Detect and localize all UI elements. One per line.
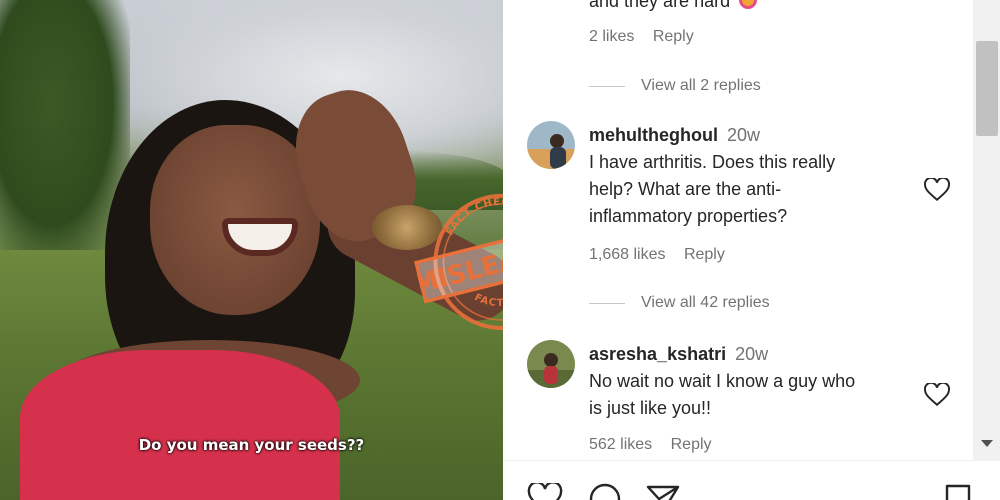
likes-count[interactable]: 1,668 likes (589, 246, 666, 263)
comment-text-partial: and they are hard (589, 0, 731, 11)
comment-meta: 562 likes Reply (589, 436, 726, 454)
comment-text: and they are hard (589, 0, 758, 12)
view-replies-label: View all 42 replies (641, 294, 770, 311)
emoji-icon (739, 0, 758, 9)
view-replies-button[interactable]: View all 42 replies (589, 294, 770, 312)
reply-button[interactable]: Reply (684, 246, 725, 263)
like-comment-heart-icon[interactable] (924, 383, 950, 407)
likes-count[interactable]: 562 likes (589, 436, 652, 453)
divider (589, 85, 625, 87)
comments-panel[interactable]: and they are hard 2 likes Reply View all… (503, 0, 973, 460)
avatar[interactable] (527, 340, 575, 388)
person-top (20, 350, 340, 500)
reply-button[interactable]: Reply (653, 28, 694, 45)
avatar[interactable] (527, 121, 575, 169)
bookmark-icon[interactable] (943, 483, 973, 500)
comment-text-line: help? What are the anti- (589, 179, 782, 199)
username-link[interactable]: mehultheghoul (589, 125, 718, 145)
scroll-down-arrow-icon[interactable] (981, 440, 993, 447)
action-bar (503, 460, 1000, 500)
comment-header: mehultheghoul 20w (589, 125, 760, 146)
comment-text-line: inflammatory properties? (589, 206, 788, 226)
view-replies-button[interactable]: View all 2 replies (589, 77, 761, 95)
comment-meta: 2 likes Reply (589, 28, 708, 46)
heart-icon[interactable] (527, 483, 563, 500)
comment-time: 20w (735, 344, 769, 364)
send-icon[interactable] (645, 483, 681, 500)
comment-header: asresha_kshatri 20w (589, 344, 768, 365)
comment-icon[interactable] (587, 483, 623, 500)
comment-text-line: is just like you!! (589, 398, 712, 418)
scrollbar-thumb[interactable] (976, 41, 998, 136)
video-caption: Do you mean your seeds?? (138, 436, 365, 454)
comment-text-line: I have arthritis. Does this really (589, 152, 836, 172)
divider (589, 302, 625, 304)
comment-meta: 1,668 likes Reply (589, 246, 739, 264)
view-replies-label: View all 2 replies (641, 77, 761, 94)
like-comment-heart-icon[interactable] (924, 178, 950, 202)
reply-button[interactable]: Reply (671, 436, 712, 453)
comment-text-line: No wait no wait I know a guy who (589, 371, 856, 391)
likes-count[interactable]: 2 likes (589, 28, 634, 45)
username-link[interactable]: asresha_kshatri (589, 344, 726, 364)
comment-time: 20w (727, 125, 761, 145)
